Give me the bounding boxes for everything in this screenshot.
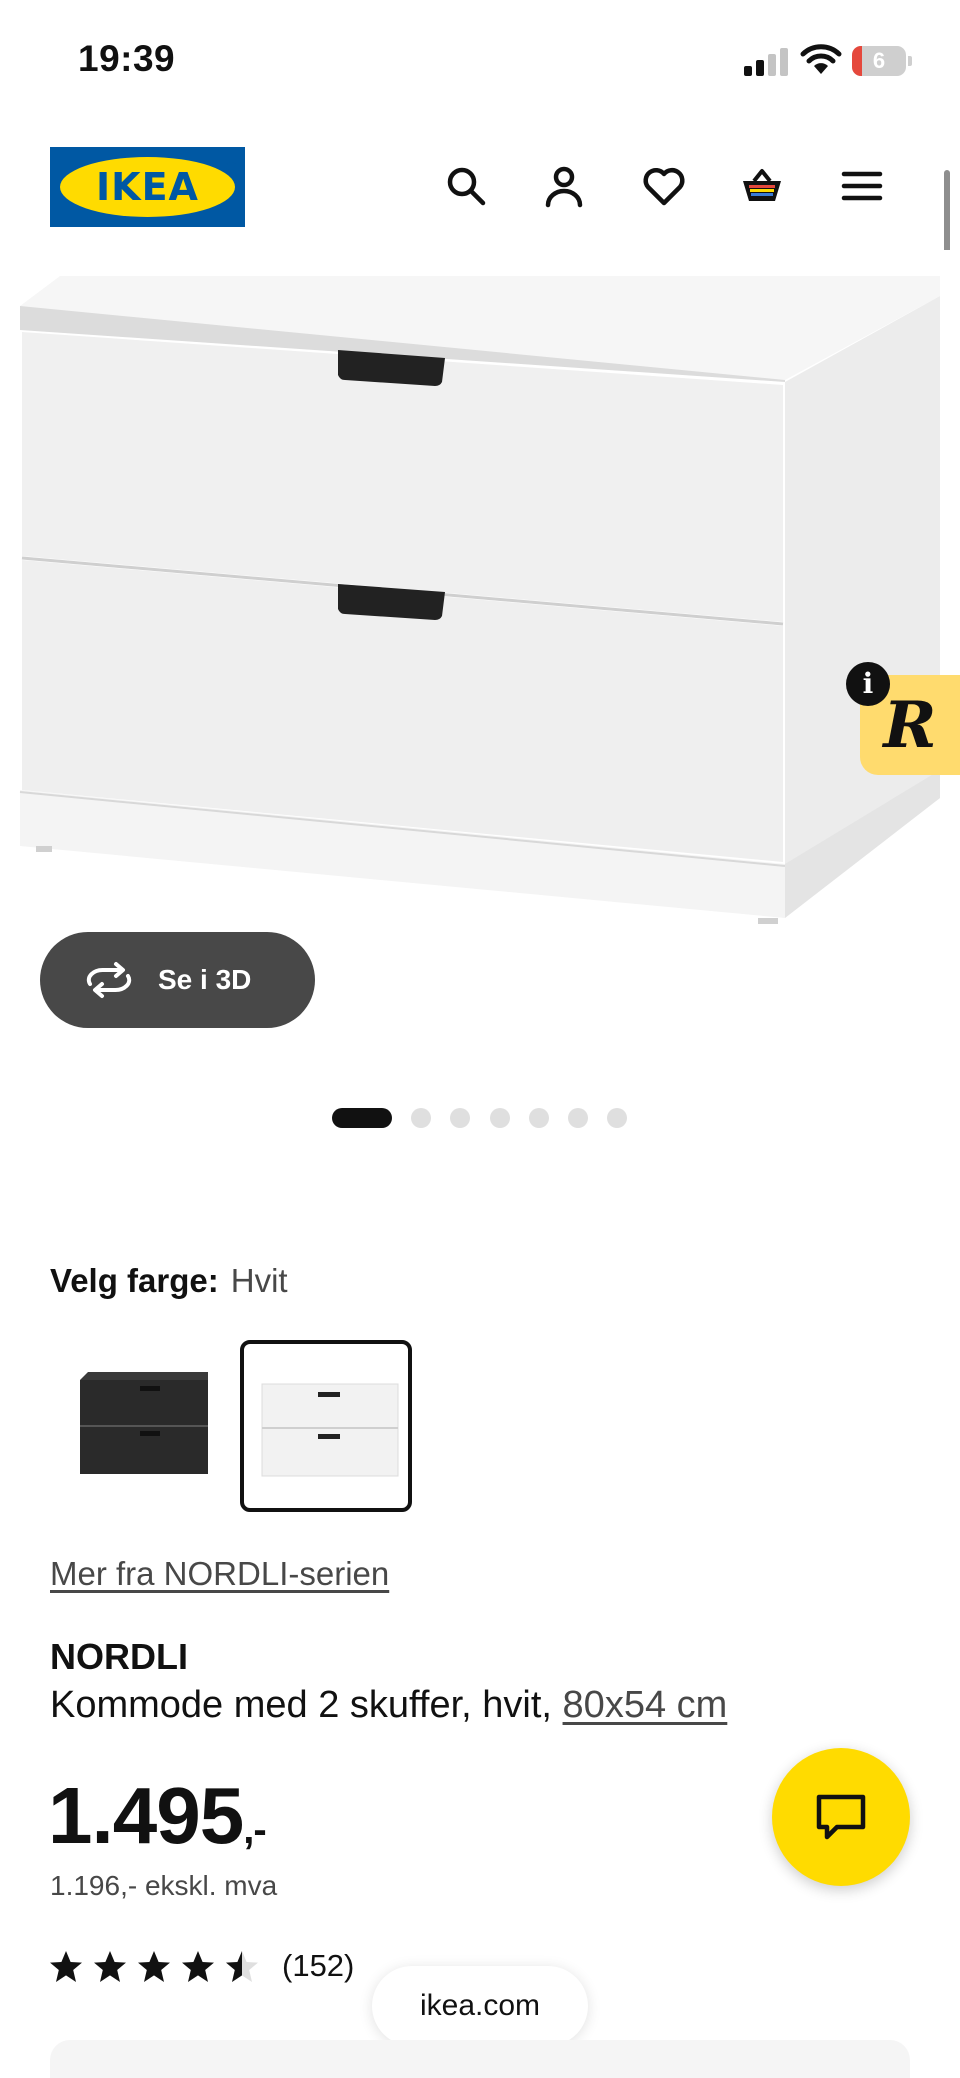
browser-url-bar[interactable]: ikea.com [372, 1966, 588, 2046]
carousel-dot[interactable] [490, 1108, 510, 1128]
carousel-dot[interactable] [529, 1108, 549, 1128]
star-full-icon [50, 1951, 82, 1982]
site-header: IKEA [0, 120, 960, 250]
product-price: 1.495,- [48, 1770, 267, 1862]
carousel-dot[interactable] [332, 1108, 392, 1128]
price-value: 1.495 [48, 1771, 244, 1860]
battery-icon: 6 [852, 46, 912, 76]
carousel-dot[interactable] [411, 1108, 431, 1128]
ikea-logo[interactable]: IKEA [50, 147, 245, 227]
star-full-icon [182, 1951, 214, 1982]
carousel-dot[interactable] [568, 1108, 588, 1128]
carousel-dot[interactable] [607, 1108, 627, 1128]
rotate-3d-icon [86, 962, 132, 998]
color-swatch-black[interactable] [48, 1340, 220, 1512]
star-full-icon [94, 1951, 126, 1982]
wifi-icon [800, 44, 842, 76]
color-value: Hvit [230, 1262, 288, 1299]
star-half-icon [226, 1951, 258, 1982]
carousel-dot[interactable] [450, 1108, 470, 1128]
account-icon[interactable] [538, 160, 590, 212]
next-section-card [50, 2040, 910, 2078]
rating-stars[interactable] [48, 1949, 268, 1985]
heart-icon[interactable] [638, 160, 690, 212]
product-name: NORDLI [50, 1636, 188, 1677]
price-excl-vat: 1.196,- ekskl. mva [50, 1870, 278, 1901]
view-3d-label: Se i 3D [158, 964, 252, 995]
star-full-icon [138, 1951, 170, 1982]
price-suffix: ,- [243, 1808, 266, 1852]
color-swatch-white[interactable] [240, 1340, 412, 1512]
product-description-text: Kommode med 2 skuffer, hvit, [50, 1684, 563, 1726]
logo-text: IKEA [96, 165, 199, 209]
product-dimensions-link[interactable]: 80x54 cm [563, 1684, 728, 1726]
cellular-signal-icon [744, 46, 788, 76]
status-bar: 19:39 6 [0, 0, 960, 120]
info-icon[interactable]: i [846, 662, 890, 706]
carousel-pagination [0, 1108, 960, 1128]
search-icon[interactable] [440, 160, 492, 212]
chat-button[interactable] [772, 1748, 910, 1886]
series-link[interactable]: Mer fra NORDLI-serien [50, 1555, 389, 1593]
product-description: Kommode med 2 skuffer, hvit, 80x54 cm [50, 1684, 727, 1727]
menu-icon[interactable] [836, 160, 888, 212]
status-time: 19:39 [78, 38, 176, 79]
cart-icon[interactable] [736, 160, 788, 212]
product-image[interactable] [0, 250, 960, 950]
color-label: Velg farge: [50, 1262, 219, 1299]
review-count[interactable]: (152) [282, 1948, 354, 1984]
color-selector-label: Velg farge: Hvit [50, 1262, 288, 1300]
battery-level: 6 [872, 48, 886, 73]
chat-bubble-icon [816, 1794, 866, 1840]
view-3d-button[interactable]: Se i 3D [40, 932, 315, 1028]
